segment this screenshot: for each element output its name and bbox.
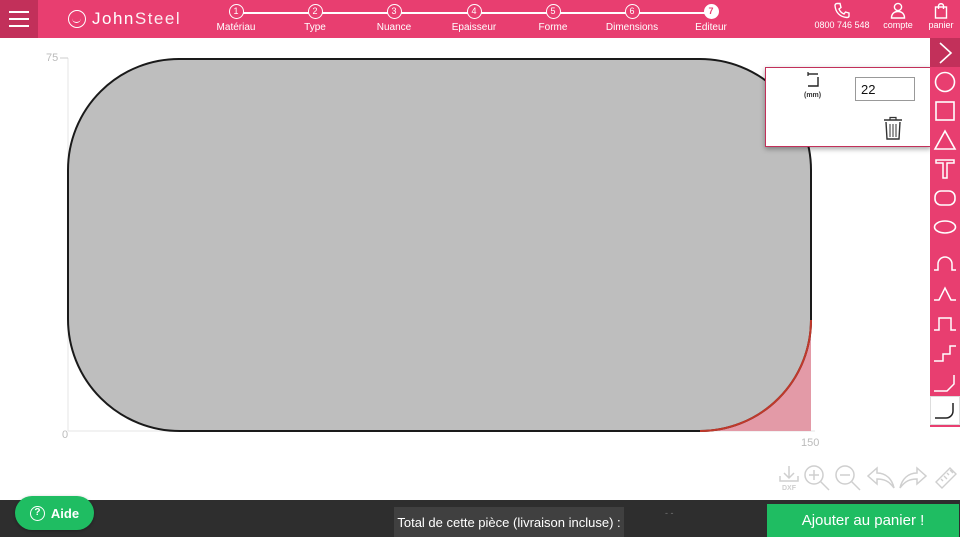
trash-icon[interactable] <box>883 116 903 140</box>
corner-properties-panel: (mm) <box>765 67 931 147</box>
x-axis-max-label: 150 <box>801 437 820 449</box>
step-label: Type <box>304 22 326 33</box>
undo-icon <box>866 466 895 489</box>
zoom-out-icon <box>835 465 861 491</box>
arch-icon <box>934 255 956 271</box>
account-link[interactable]: compte <box>880 2 916 30</box>
account-label: compte <box>883 20 913 30</box>
step-materiau[interactable]: 1 Matériau <box>196 4 276 33</box>
tool-chamfer-corner[interactable] <box>930 368 960 397</box>
tool-collapse[interactable] <box>930 38 960 67</box>
total-price-label: Total de cette pièce (livraison incluse)… <box>394 507 624 537</box>
price-placeholder: - - <box>665 508 674 518</box>
step-number: 5 <box>545 4 561 19</box>
phone-icon <box>834 2 850 19</box>
top-bar: JohnSteel 1 Matériau 2 Type 3 Nuance 4 E… <box>0 0 960 38</box>
help-button[interactable]: ? Aide <box>15 496 94 530</box>
phone-number: 0800 746 548 <box>814 20 870 30</box>
step-forme[interactable]: 5 Forme <box>513 4 593 33</box>
y-axis-max-label: 75 <box>46 52 59 64</box>
ruler-button[interactable] <box>932 464 958 494</box>
square-icon <box>935 100 955 121</box>
ellipse-icon <box>933 219 957 234</box>
dxf-download-button[interactable]: DXF <box>778 464 800 494</box>
step-type[interactable]: 2 Type <box>275 4 355 33</box>
step-label: Forme <box>538 22 568 33</box>
stairs-icon <box>934 344 956 362</box>
origin-label: 0 <box>62 429 69 441</box>
tool-ellipse[interactable] <box>930 212 960 241</box>
undo-button[interactable] <box>866 464 896 494</box>
step-label: Epaisseur <box>451 22 497 33</box>
tool-square[interactable] <box>930 96 960 125</box>
unit-label: (mm) <box>804 92 822 99</box>
tool-stairs[interactable] <box>930 338 960 367</box>
redo-button[interactable] <box>898 464 928 494</box>
step-label: Dimensions <box>605 22 659 33</box>
step-notch-icon <box>934 316 956 331</box>
tool-arch[interactable] <box>930 248 960 277</box>
rounded-rectangle-shape <box>67 57 812 432</box>
step-editeur[interactable]: 7 Editeur <box>671 4 751 33</box>
shape-toolbar <box>930 38 960 427</box>
step-number: 2 <box>307 4 323 19</box>
help-question-icon: ? <box>29 505 45 521</box>
zoom-in-button[interactable] <box>803 464 831 494</box>
cart-link[interactable]: panier <box>924 2 958 30</box>
text-icon <box>935 158 955 179</box>
tool-step-notch[interactable] <box>930 308 960 337</box>
corner-radius-icon <box>807 72 819 87</box>
phone-link[interactable]: 0800 746 548 <box>812 2 872 30</box>
tool-triangle[interactable] <box>930 125 960 154</box>
step-dimensions[interactable]: 6 Dimensions <box>592 4 672 33</box>
zoom-out-button[interactable] <box>834 464 862 494</box>
circle-icon <box>934 71 956 92</box>
tool-rounded-rect[interactable] <box>930 183 960 212</box>
add-to-cart-button[interactable]: Ajouter au panier ! <box>767 504 959 537</box>
chamfer-corner-icon <box>934 374 955 392</box>
step-epaisseur[interactable]: 4 Epaisseur <box>434 4 514 33</box>
step-label: Nuance <box>376 22 412 33</box>
tool-peak[interactable] <box>930 278 960 307</box>
step-number: 1 <box>228 4 244 19</box>
user-icon <box>890 2 906 19</box>
peak-icon <box>934 285 956 301</box>
round-corner-icon <box>935 402 954 419</box>
tool-circle[interactable] <box>930 67 960 96</box>
zoom-in-icon <box>804 465 830 491</box>
cart-label: panier <box>928 20 954 30</box>
step-label: Matériau <box>216 22 256 33</box>
shopping-bag-icon <box>934 3 948 19</box>
step-number: 7 <box>703 4 719 19</box>
help-label: Aide <box>50 505 80 521</box>
step-number: 4 <box>466 4 482 19</box>
step-label: Editeur <box>695 22 727 33</box>
triangle-icon <box>933 128 957 150</box>
redo-icon <box>899 466 928 489</box>
dxf-download-icon: DXF <box>779 466 799 492</box>
step-nuance[interactable]: 3 Nuance <box>354 4 434 33</box>
step-number: 3 <box>386 4 402 19</box>
tool-text[interactable] <box>930 154 960 183</box>
ruler-icon <box>935 467 957 489</box>
tool-round-corner[interactable] <box>930 396 960 425</box>
step-number: 6 <box>624 4 640 19</box>
dxf-label: DXF <box>782 485 797 492</box>
corner-radius-input[interactable] <box>855 77 915 101</box>
rounded-rect-icon <box>934 189 956 206</box>
chevron-right-icon <box>939 41 953 64</box>
